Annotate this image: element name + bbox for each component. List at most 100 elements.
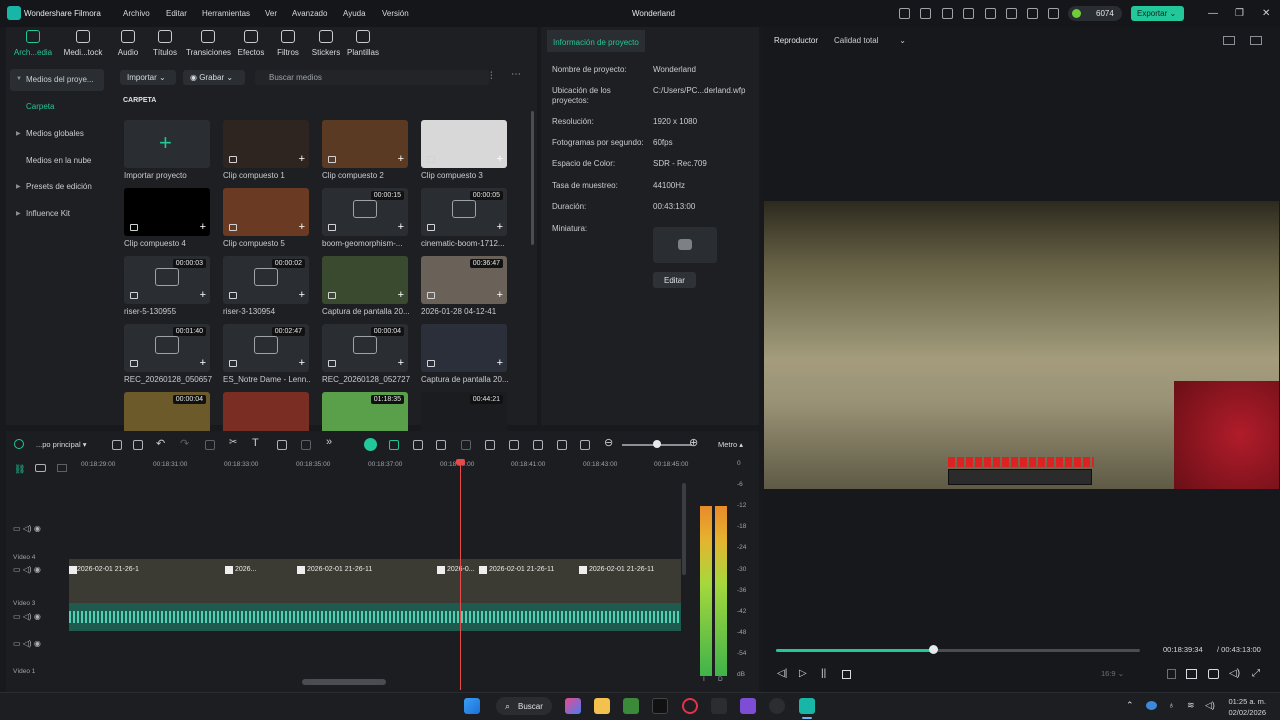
redo-icon[interactable]: ↷ <box>180 437 189 450</box>
folder-icon[interactable] <box>594 698 610 714</box>
sidebar-item-project-media[interactable]: ▼ Medios del proye... <box>10 69 104 91</box>
add-icon[interactable]: + <box>398 154 404 165</box>
gift-icon[interactable] <box>899 8 910 19</box>
add-icon[interactable]: + <box>398 222 404 233</box>
menu-ver[interactable]: Ver <box>265 9 277 18</box>
media-tile[interactable]: + <box>223 120 309 168</box>
add-icon[interactable]: + <box>497 222 503 233</box>
stop-icon[interactable] <box>842 670 851 679</box>
zoom-in-icon[interactable]: ⊕ <box>689 436 698 449</box>
add-icon[interactable]: + <box>200 222 206 233</box>
tool-media[interactable]: Arch...edia <box>11 30 55 57</box>
add-icon[interactable]: + <box>398 358 404 369</box>
edit-thumbnail-button[interactable]: Editar <box>653 272 696 288</box>
snap-icon[interactable] <box>389 440 399 450</box>
replace-icon[interactable] <box>557 440 567 450</box>
copilot-icon[interactable] <box>565 698 581 714</box>
sidebar-item-cloud-media[interactable]: Medios en la nube <box>10 150 104 172</box>
undo-icon[interactable]: ↶ <box>156 437 165 450</box>
media-tile[interactable]: + <box>124 188 210 236</box>
search-input[interactable]: Buscar medios <box>255 70 489 85</box>
capcut-icon[interactable] <box>711 698 727 714</box>
zoom-out-icon[interactable]: ⊖ <box>604 436 613 449</box>
media-tile[interactable]: + <box>322 120 408 168</box>
media-tile[interactable]: 00:02:47 + <box>223 324 309 372</box>
add-icon[interactable]: + <box>200 290 206 301</box>
track-controls[interactable]: ▭ ◁) ◉ <box>13 612 41 621</box>
render-icon[interactable] <box>461 440 471 450</box>
meter-toggle[interactable]: Metro ▴ <box>718 440 743 449</box>
more-tools-icon[interactable]: » <box>326 436 332 448</box>
tool-stock[interactable]: Medi...tock <box>61 30 105 57</box>
select-tool-icon[interactable] <box>133 440 143 450</box>
media-tile[interactable]: 00:01:40 + <box>124 324 210 372</box>
tray-chevron-icon[interactable]: ⌃ <box>1126 700 1134 711</box>
sidebar-item-folder[interactable]: Carpeta <box>10 96 104 118</box>
quality-select[interactable]: Calidad total ⌄ <box>830 33 910 48</box>
settings-icon[interactable] <box>1027 8 1038 19</box>
media-tile[interactable]: 00:00:04 + <box>322 324 408 372</box>
maximize-button[interactable]: ❐ <box>1235 8 1244 19</box>
menu-version[interactable]: Versión <box>382 9 409 18</box>
timeline-hscroll[interactable] <box>302 679 386 685</box>
windows-start-icon[interactable] <box>464 698 480 714</box>
audio-waveform[interactable] <box>69 603 681 631</box>
volume-icon[interactable]: ◁) <box>1229 668 1240 679</box>
chrome-icon[interactable] <box>769 698 785 714</box>
camera-icon[interactable] <box>1208 669 1219 679</box>
media-tile[interactable]: 00:00:15 + <box>322 188 408 236</box>
ai-icon[interactable] <box>436 440 446 450</box>
more-icon[interactable]: ⋯ <box>511 69 521 80</box>
download-icon[interactable] <box>985 8 996 19</box>
export-button[interactable]: Exportar ⌄ <box>1131 6 1184 21</box>
cloud-icon[interactable] <box>1006 8 1017 19</box>
layout-grid-icon[interactable] <box>112 440 122 450</box>
crop-tool-icon[interactable] <box>277 440 287 450</box>
add-icon[interactable]: + <box>200 358 206 369</box>
onedrive-icon[interactable] <box>1146 701 1157 710</box>
add-icon[interactable]: + <box>299 222 305 233</box>
track-controls[interactable]: ▭ ◁) ◉ <box>13 524 41 533</box>
add-icon[interactable]: + <box>497 358 503 369</box>
tab-project-info[interactable]: Información de proyecto <box>547 30 645 52</box>
magnet-icon[interactable] <box>364 438 377 451</box>
delete-icon[interactable] <box>205 440 215 450</box>
crop-icon[interactable] <box>1167 669 1176 679</box>
send-icon[interactable] <box>920 8 931 19</box>
clock[interactable]: 01:25 a. m. 02/02/2026 <box>1228 696 1266 718</box>
add-icon[interactable]: + <box>497 154 503 165</box>
fullscreen-icon[interactable]: ⤢ <box>1252 668 1260 679</box>
prev-frame-icon[interactable]: ◁| <box>777 668 787 679</box>
pause-icon[interactable]: || <box>821 668 826 679</box>
media-tile[interactable]: + <box>223 188 309 236</box>
add-icon[interactable]: + <box>299 358 305 369</box>
microphone-icon[interactable] <box>509 440 519 450</box>
shield-icon[interactable] <box>485 440 495 450</box>
link-icon[interactable]: ⛓ <box>14 464 25 475</box>
track-controls[interactable]: ▭ ◁) ◉ <box>13 565 41 574</box>
add-icon[interactable]: + <box>497 290 503 301</box>
tool-titles[interactable]: Títulos <box>143 30 187 57</box>
mic-icon[interactable]: ♁ <box>1168 700 1175 710</box>
minecraft-icon[interactable] <box>623 698 639 714</box>
video-clip-row[interactable]: 2026-02-01 21-26-1 2026... 2026-02-01 21-2… <box>69 559 681 603</box>
menu-editar[interactable]: Editar <box>166 9 187 18</box>
timeline-ruler[interactable]: 00:18:29:00 00:18:31:00 00:18:33:00 00:1… <box>79 461 689 475</box>
playhead[interactable] <box>460 462 461 690</box>
add-icon[interactable]: + <box>299 154 305 165</box>
media-tile[interactable]: + <box>421 324 507 372</box>
media-tile[interactable]: 00:00:02 + <box>223 256 309 304</box>
filmora-taskbar-icon[interactable] <box>799 698 815 714</box>
list-icon[interactable] <box>533 440 543 450</box>
image-icon[interactable] <box>1250 36 1262 45</box>
menu-avanzado[interactable]: Avanzado <box>292 9 327 18</box>
play-icon[interactable]: ▷ <box>799 668 807 679</box>
menu-ayuda[interactable]: Ayuda <box>343 9 366 18</box>
sidebar-item-influence-kit[interactable]: ▶ Influence Kit <box>10 203 104 225</box>
home-icon[interactable] <box>14 439 24 449</box>
track-settings-icon[interactable] <box>57 464 67 472</box>
sidebar-item-edit-presets[interactable]: ▶ Presets de edición <box>10 176 104 198</box>
voice-icon[interactable] <box>413 440 423 450</box>
track-controls[interactable]: ▭ ◁) ◉ <box>13 639 41 648</box>
filter-icon[interactable]: ⫶ <box>490 71 493 82</box>
